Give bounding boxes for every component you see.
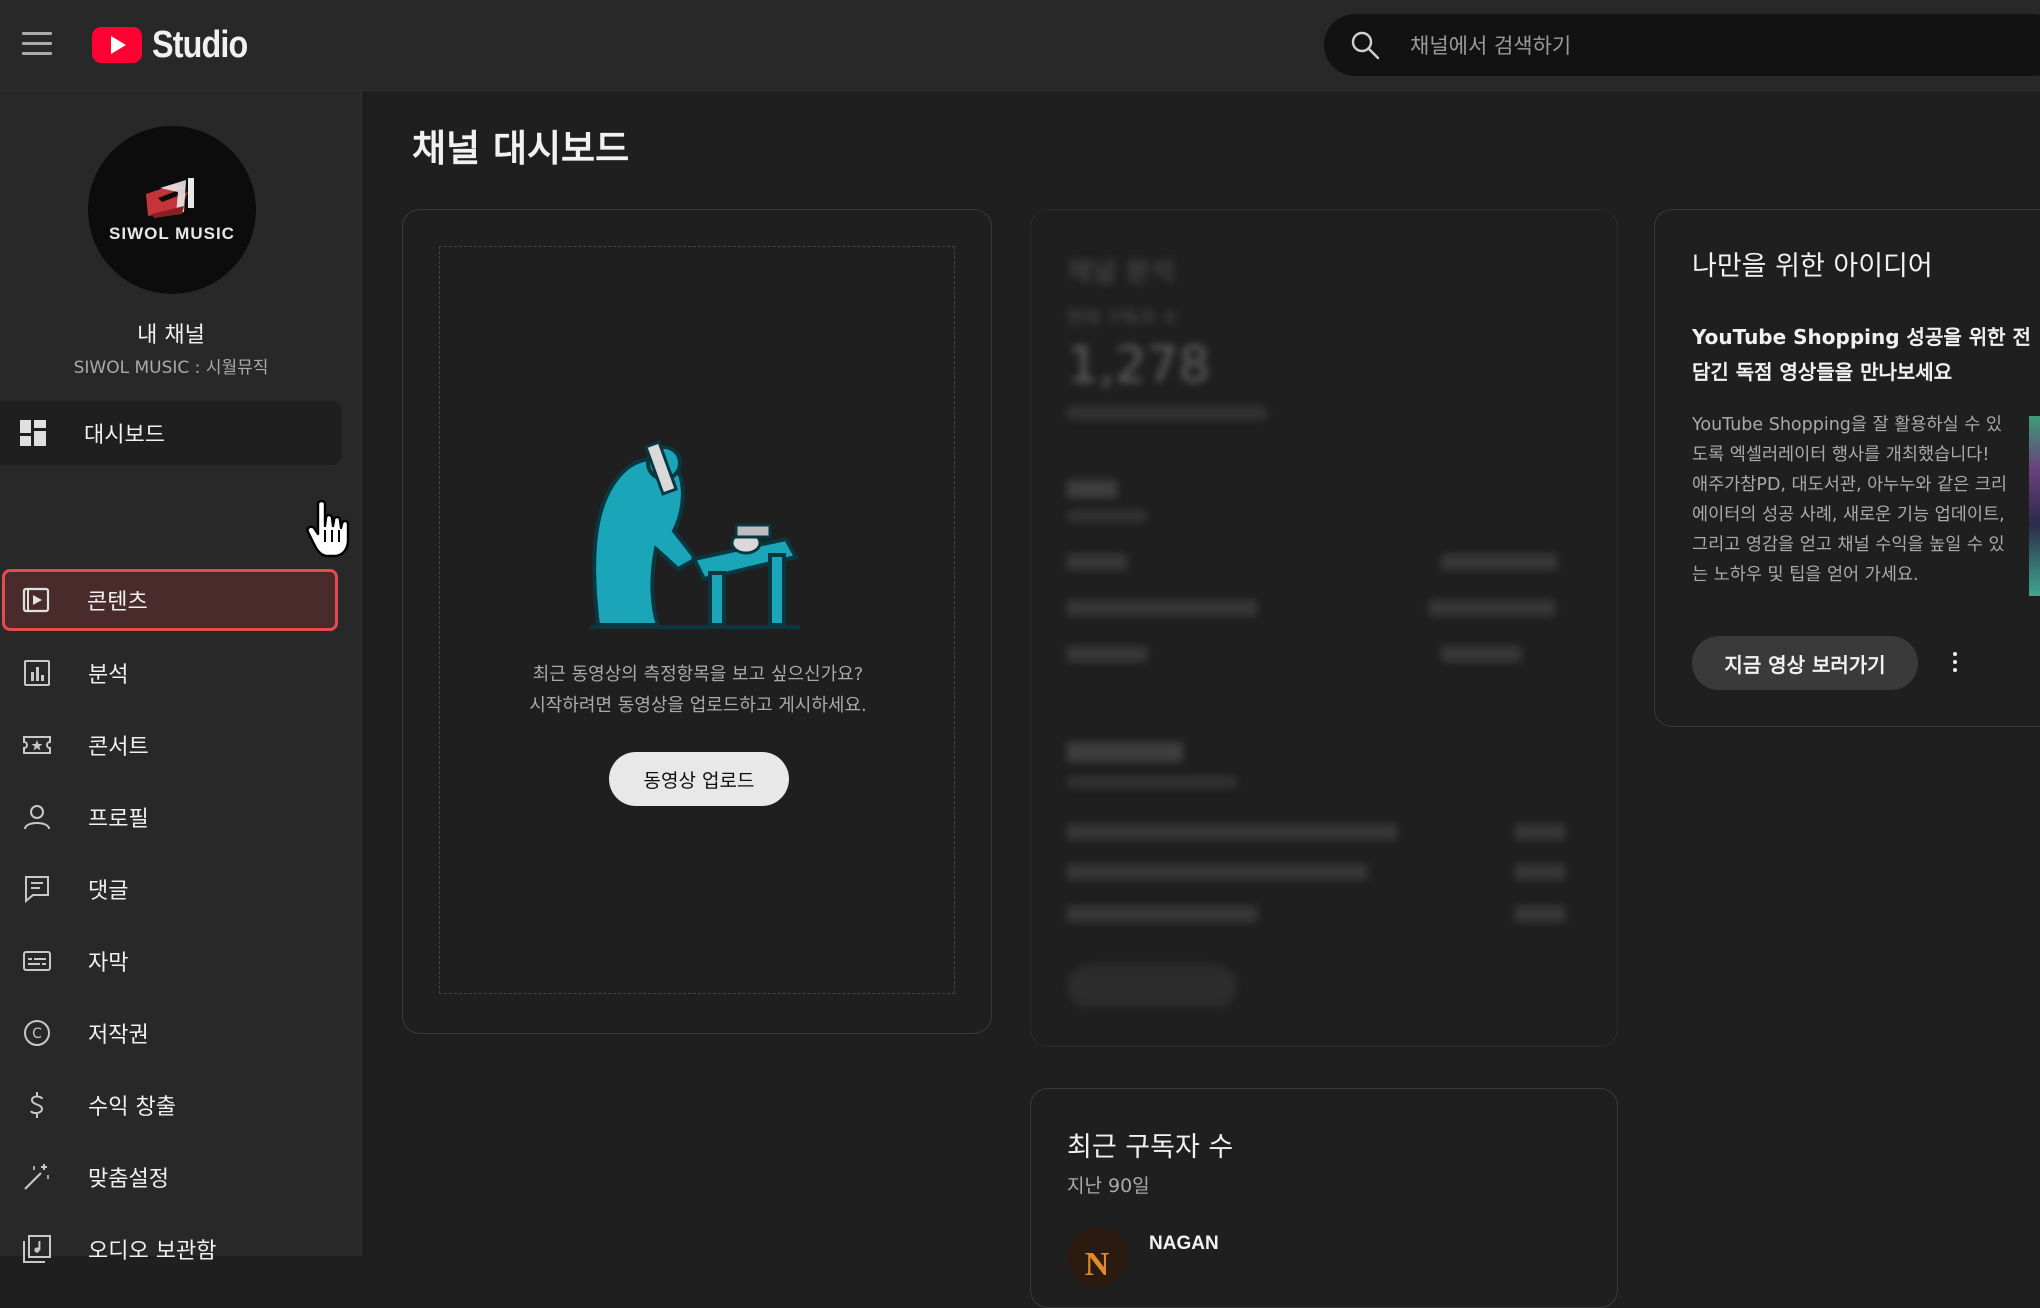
ideas-thumbnail[interactable] [2029,416,2040,596]
sidebar-item-subtitles[interactable]: 자막 [4,929,342,993]
subscriber-avatar[interactable]: N [1067,1227,1127,1287]
subscriber-avatar-icon: N [1067,1227,1127,1287]
upload-card: 최근 동영상의 측정항목을 보고 싶으신가요? 시작하려면 동영상을 업로드하고… [402,209,992,1034]
sidebar-item-label: 오디오 보관함 [88,1239,217,1264]
sidebar-item-label: 대시보드 [84,423,165,448]
ideas-subtitle-line2: 담긴 독점 영상들을 만나보세요 [1692,360,1953,384]
search-bar[interactable] [1324,14,2040,76]
sidebar-item-label: 자막 [88,951,129,976]
sidebar-item-content[interactable]: 콘텐츠 [2,569,338,631]
top-bar: Studio [0,0,2040,91]
subscriber-name[interactable]: NAGAN [1149,1233,1219,1255]
customization-icon [24,1164,49,1190]
channel-logo-icon [146,178,194,218]
channel-title: 내 채널 [137,323,205,348]
sidebar-item-monetization[interactable]: 수익 창출 [4,1073,342,1137]
sidebar: SIWOL MUSIC 내 채널 SIWOL MUSIC : 시월뮤직 대시보드… [0,91,362,1264]
sidebar-item-dashboard[interactable]: 대시보드 [0,401,342,465]
upload-video-button[interactable]: 동영상 업로드 [609,752,789,806]
ideas-card: 나만을 위한 아이디어 YouTube Shopping 성공을 위한 전 담긴… [1654,209,2040,727]
analytics-title: 채널 분석 [1067,257,1175,288]
sidebar-item-label: 댓글 [88,879,129,904]
channel-avatar[interactable]: SIWOL MUSIC [88,126,256,294]
sidebar-item-analytics[interactable]: 분석 [4,641,342,705]
svg-text:C: C [32,1026,42,1042]
sidebar-item-label: 콘서트 [88,735,149,760]
sidebar-item-label: 프로필 [88,807,149,832]
page-title: 채널 대시보드 [412,127,630,170]
sidebar-item-copyright[interactable]: C 저작권 [4,1001,342,1065]
youtube-logo-icon [92,27,142,63]
studio-logo[interactable]: Studio [92,22,264,68]
subs-title: 최근 구독자 수 [1067,1132,1234,1163]
comments-icon [25,876,49,904]
channel-name[interactable]: SIWOL MUSIC : 시월뮤직 [0,353,342,378]
hand-cursor-icon [306,500,350,558]
concert-icon [23,736,51,754]
ideas-title: 나만을 위한 아이디어 [1692,251,1933,282]
subscribers-label: 현재 구독자 수 [1067,308,1178,329]
monetization-icon [30,1092,44,1118]
sidebar-item-concerts[interactable]: 콘서트 [4,713,342,777]
sidebar-item-audio-library[interactable]: 오디오 보관함 [4,1217,342,1281]
analytics-icon [24,660,50,686]
upload-dropzone: 최근 동영상의 측정항목을 보고 싶으신가요? 시작하려면 동영상을 업로드하고… [439,246,955,994]
sidebar-item-label: 저작권 [88,1023,149,1048]
upload-hint-line1: 최근 동영상의 측정항목을 보고 싶으신가요? [532,664,864,685]
sidebar-item-label: 맞춤설정 [88,1167,169,1192]
sidebar-item-label: 수익 창출 [88,1095,176,1120]
avatar-text: SIWOL MUSIC [109,224,235,243]
app-name: Studio [152,23,248,66]
upload-hint-line2: 시작하려면 동영상을 업로드하고 게시하세요. [529,695,867,716]
menu-icon[interactable] [22,32,52,56]
upload-illustration-icon [590,440,800,629]
sidebar-item-label: 콘텐츠 [87,590,148,615]
search-icon[interactable] [1350,30,1380,60]
ideas-subtitle: YouTube Shopping 성공을 위한 전 담긴 독점 영상들을 만나보… [1692,320,2040,390]
copyright-icon: C [24,1020,50,1046]
search-input[interactable] [1408,26,1972,66]
profile-icon [24,805,50,830]
sidebar-item-profile[interactable]: 프로필 [4,785,342,849]
dashboard-icon [20,420,46,446]
sidebar-item-customization[interactable]: 맞춤설정 [4,1145,342,1209]
subs-period: 지난 90일 [1067,1175,1150,1197]
more-options-icon[interactable] [1945,650,1965,676]
sidebar-item-label: 분석 [88,663,129,688]
sidebar-item-comments[interactable]: 댓글 [4,857,342,921]
channel-analytics-card: 채널 분석 현재 구독자 수 1,278 [1030,209,1618,1047]
content-icon [22,587,50,613]
analytics-placeholder: 채널 분석 현재 구독자 수 1,278 [1031,210,1617,1046]
subscribers-value: 1,278 [1067,336,1211,394]
ideas-subtitle-line1: YouTube Shopping 성공을 위한 전 [1692,325,2031,349]
upload-hint: 최근 동영상의 측정항목을 보고 싶으신가요? 시작하려면 동영상을 업로드하고… [440,659,956,721]
ideas-body: YouTube Shopping을 잘 활용하실 수 있도록 엑셀러레이터 행사… [1692,415,2008,585]
watch-video-button[interactable]: 지금 영상 보러가기 [1692,636,1918,690]
audio-library-icon [23,1235,51,1263]
subtitles-icon [23,951,51,971]
recent-subscribers-card: 최근 구독자 수 지난 90일 N NAGAN [1030,1088,1618,1308]
svg-text:N: N [1085,1246,1110,1283]
